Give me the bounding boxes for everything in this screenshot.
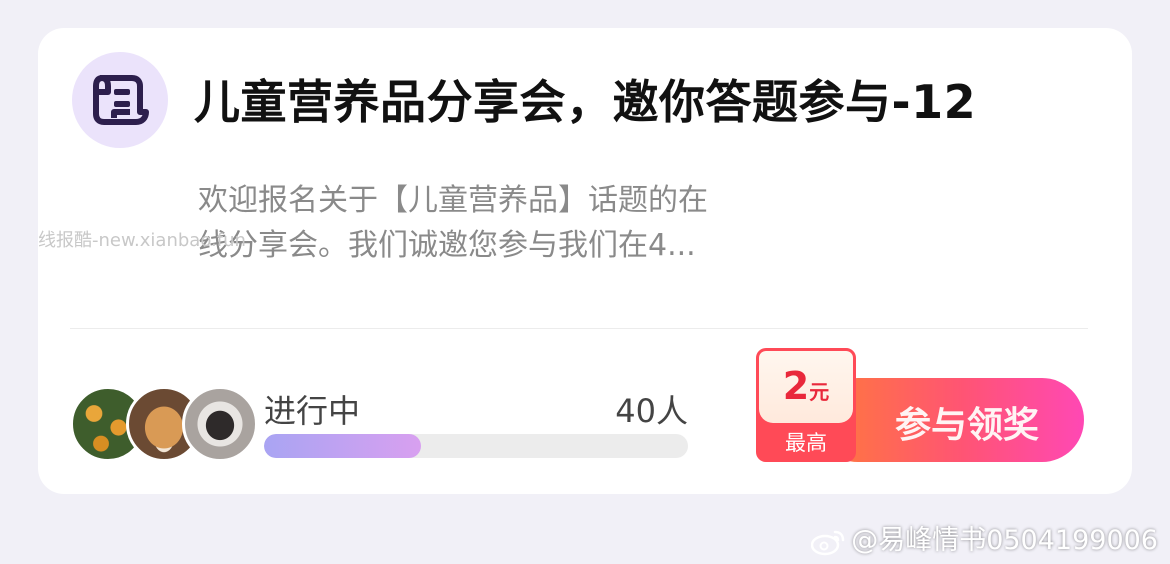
status-label: 进行中 [264, 392, 361, 430]
reward-badge: 2元 最高 [756, 348, 856, 462]
reward-unit: 元 [809, 380, 830, 404]
participant-avatars [70, 386, 260, 464]
girl-portrait-avatar [182, 386, 258, 462]
progress-bar [264, 434, 688, 458]
site-watermark: 线报酷-new.xianbao.fun [38, 230, 246, 251]
participant-count: 40人 [615, 392, 688, 430]
weibo-watermark: @易峰情书0504199006 [811, 518, 1158, 557]
cta-pill[interactable]: 参与领奖 [816, 378, 1084, 462]
reward-label: 最高 [785, 431, 827, 455]
card-description: 欢迎报名关于【儿童营养品】话题的在 线分享会。我们诚邀您参与我们在4... [198, 178, 798, 268]
reward-amount: 2 [782, 364, 810, 408]
cta-label: 参与领奖 [894, 405, 1039, 446]
divider [70, 328, 1088, 329]
activity-card[interactable]: 儿童营养品分享会，邀你答题参与-12 欢迎报名关于【儿童营养品】话题的在 线分享… [38, 28, 1132, 494]
card-title: 儿童营养品分享会，邀你答题参与-12 [194, 75, 977, 129]
description-line-1: 欢迎报名关于【儿童营养品】话题的在 [198, 183, 708, 218]
progress-fill [264, 434, 421, 458]
weibo-icon [811, 530, 845, 555]
scroll-document-icon [72, 52, 168, 148]
description-line-2: 线分享会。我们诚邀您参与我们在4... [198, 228, 696, 263]
weibo-handle: @易峰情书0504199006 [851, 525, 1158, 556]
reward-amount-area: 2元 [759, 351, 853, 423]
join-reward-button[interactable]: 参与领奖 2元 最高 [756, 348, 1084, 462]
